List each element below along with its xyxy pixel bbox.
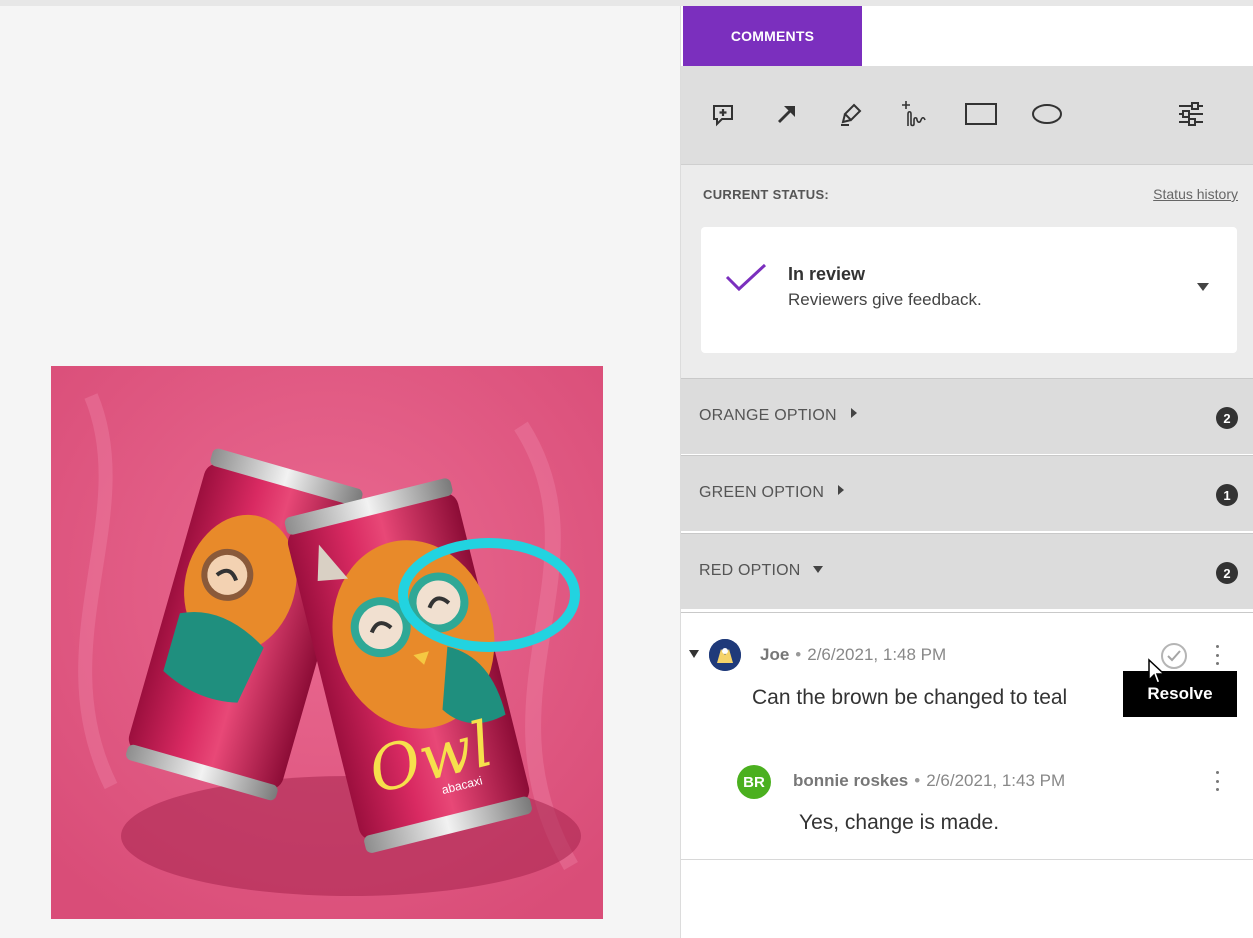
caret-right-icon bbox=[850, 408, 857, 418]
count-badge: 1 bbox=[1216, 484, 1238, 506]
collapse-thread-icon[interactable] bbox=[689, 650, 699, 658]
chevron-down-icon bbox=[1197, 283, 1209, 291]
check-icon bbox=[723, 261, 769, 300]
count-badge: 2 bbox=[1216, 407, 1238, 429]
group-orange-option[interactable]: ORANGE OPTION 2 bbox=[681, 378, 1253, 454]
count-badge: 2 bbox=[1216, 562, 1238, 584]
ellipse-icon[interactable] bbox=[1029, 96, 1065, 132]
reply-text: Yes, change is made. bbox=[799, 811, 1000, 834]
status-current: In review bbox=[788, 264, 866, 284]
group-red-option[interactable]: RED OPTION 2 bbox=[681, 533, 1253, 609]
comment-date: 2/6/2021, 1:48 PM bbox=[807, 645, 947, 664]
comments-panel: COMMENTS CURRENT STATUS: Status history bbox=[680, 6, 1253, 938]
comment-thread: Joe • 2/6/2021, 1:48 PM Can the brown be c… bbox=[681, 612, 1253, 860]
avatar: BR bbox=[737, 765, 771, 799]
tab-bar: COMMENTS bbox=[681, 6, 1253, 66]
comment-author: Joe bbox=[760, 645, 790, 664]
freehand-icon[interactable] bbox=[897, 96, 933, 132]
comment-date: 2/6/2021, 1:43 PM bbox=[926, 771, 1066, 790]
caret-right-icon bbox=[838, 485, 845, 495]
add-comment-icon[interactable] bbox=[705, 96, 741, 132]
rectangle-icon[interactable] bbox=[963, 96, 999, 132]
group-label: ORANGE OPTION bbox=[699, 407, 837, 424]
status-dropdown[interactable]: In review Reviewers give feedback. bbox=[701, 227, 1237, 353]
mouse-cursor-icon bbox=[1147, 658, 1167, 691]
caret-down-icon bbox=[812, 566, 823, 573]
comment-author: bonnie roskes bbox=[793, 771, 909, 790]
tab-comments[interactable]: COMMENTS bbox=[683, 6, 862, 66]
highlighter-icon[interactable] bbox=[833, 96, 869, 132]
soda-cans-artwork: Owl abacaxi bbox=[51, 366, 603, 919]
comment-text: Can the brown be changed to teal bbox=[752, 686, 1068, 709]
status-label: CURRENT STATUS: bbox=[703, 187, 830, 202]
status-section: CURRENT STATUS: Status history In review… bbox=[681, 164, 1253, 378]
reply-menu-button[interactable] bbox=[1210, 769, 1224, 793]
resolve-tooltip: Resolve bbox=[1123, 671, 1237, 717]
annotation-toolbar bbox=[681, 66, 1253, 164]
proof-image[interactable]: Owl abacaxi bbox=[51, 366, 603, 919]
comment-menu-button[interactable] bbox=[1210, 643, 1224, 667]
group-green-option[interactable]: GREEN OPTION 1 bbox=[681, 455, 1253, 531]
status-description: Reviewers give feedback. bbox=[788, 290, 982, 309]
avatar bbox=[709, 639, 741, 671]
sliders-icon[interactable] bbox=[1173, 96, 1209, 132]
group-label: GREEN OPTION bbox=[699, 484, 825, 501]
status-history-link[interactable]: Status history bbox=[1153, 186, 1238, 202]
arrow-icon[interactable] bbox=[769, 96, 805, 132]
group-label: RED OPTION bbox=[699, 562, 801, 579]
proof-canvas[interactable]: Owl abacaxi bbox=[0, 6, 680, 938]
